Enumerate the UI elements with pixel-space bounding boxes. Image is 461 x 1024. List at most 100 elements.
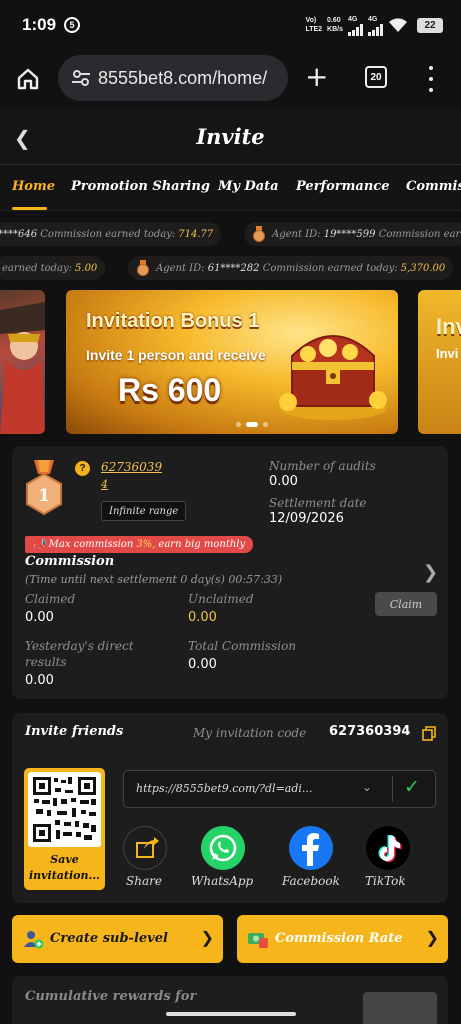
- commission-title[interactable]: Commission: [25, 554, 114, 569]
- cumulative-rewards-title: Cumulative rewards for: [25, 989, 197, 1004]
- total-commission-value: 0.00: [188, 657, 217, 672]
- signal-2-icon: 4G: [368, 15, 383, 36]
- tab-switcher-button[interactable]: 20: [365, 66, 387, 88]
- audits-label: Number of audits: [269, 459, 376, 473]
- battery-icon: 22: [417, 17, 443, 33]
- chevron-right-icon[interactable]: ❯: [423, 562, 438, 583]
- add-user-icon: [24, 931, 44, 949]
- copy-icon[interactable]: [422, 726, 436, 741]
- facebook-icon: [302, 833, 319, 866]
- audits-value: 0.00: [269, 474, 298, 489]
- unclaimed-value: 0.00: [188, 610, 217, 625]
- claimed-label: Claimed: [25, 592, 76, 606]
- whatsapp-button[interactable]: [201, 826, 245, 870]
- user-id[interactable]: 62736039: [101, 460, 162, 474]
- medal-icon: [137, 260, 149, 276]
- wifi-icon: [389, 18, 407, 32]
- qr-code: [28, 772, 101, 847]
- facebook-button[interactable]: [289, 826, 333, 870]
- tab-home[interactable]: Home: [12, 179, 55, 194]
- level-medal-icon: 1: [26, 460, 62, 516]
- signal-1-icon: 4G: [348, 15, 363, 36]
- treasure-chest-icon: [279, 335, 387, 420]
- money-icon: [248, 933, 268, 948]
- notification-count-badge: 5: [64, 17, 81, 33]
- invite-friends-title: Invite friends: [25, 724, 124, 739]
- status-icons: Vo) LTE2 0.60 KB/s 4G 4G 22: [305, 15, 443, 36]
- yesterday-value: 0.00: [25, 673, 54, 688]
- banner-previous-slide[interactable]: [0, 290, 45, 434]
- tiktok-button[interactable]: [366, 826, 410, 870]
- pirate-illustration: [0, 302, 45, 434]
- medal-icon: [253, 226, 265, 242]
- status-time: 1:09: [22, 15, 57, 34]
- ticker-item: Agent ID: 61****282 Commission earned to…: [128, 256, 454, 280]
- status-bar: 1:09 5 Vo) LTE2 0.60 KB/s 4G 4G 22: [0, 0, 461, 50]
- browser-menu-icon[interactable]: [426, 66, 436, 92]
- total-commission-label: Total Commission: [188, 639, 297, 653]
- unclaimed-label: Unclaimed: [188, 592, 254, 606]
- invitation-bonus-banner[interactable]: Invitation Bonus 1 Invite 1 person and r…: [66, 290, 398, 434]
- page-title: Invite: [196, 124, 265, 149]
- max-commission-badge: 📣 Max commission 3%, earn big monthly: [25, 536, 254, 553]
- facebook-label: Facebook: [282, 874, 340, 888]
- ticker-item: ****646 Commission earned today: 714.77: [0, 222, 222, 246]
- new-tab-button[interactable]: +: [305, 63, 328, 91]
- chevron-right-icon: ❯: [200, 930, 214, 947]
- svg-text:1: 1: [38, 486, 50, 506]
- divider: [392, 776, 393, 802]
- invitation-code-label: My invitation code: [193, 726, 307, 740]
- tiktok-label: TikTok: [365, 874, 406, 888]
- tab-my-data[interactable]: My Data: [218, 179, 279, 194]
- app-header: ❮ Invite: [0, 110, 461, 165]
- invitation-link: https://8555bet9.com/?dl=adi...: [136, 782, 313, 795]
- banner-title: Invitation Bonus 1: [86, 310, 260, 332]
- invitation-code: 627360394: [329, 724, 411, 739]
- yesterday-label: Yesterday's direct: [25, 639, 134, 653]
- address-bar[interactable]: 8555bet8.com/home/: [58, 55, 288, 101]
- share-button[interactable]: [123, 826, 167, 870]
- help-icon[interactable]: ?: [75, 461, 90, 476]
- commission-rate-button[interactable]: Commission Rate ❯: [237, 915, 448, 963]
- network-speed: 0.60 KB/s: [327, 17, 343, 33]
- checkmark-icon[interactable]: ✓: [404, 777, 420, 797]
- gesture-bar: [166, 1012, 296, 1016]
- claimed-value: 0.00: [25, 610, 54, 625]
- qr-code-save-button[interactable]: Save invitation...: [24, 768, 105, 890]
- settlement-date-value: 12/09/2026: [269, 511, 344, 526]
- range-badge: Infinite range: [101, 501, 187, 521]
- share-label: Share: [126, 874, 162, 888]
- whatsapp-icon: [209, 834, 237, 862]
- user-id-suffix: 4: [101, 478, 108, 491]
- banner-next-slide[interactable]: Invi Invi: [418, 290, 461, 434]
- carousel-indicator: [236, 422, 268, 427]
- browser-toolbar: 8555bet8.com/home/ + 20: [0, 50, 461, 110]
- save-invitation-label: Save invitation...: [28, 853, 101, 882]
- claim-button[interactable]: Claim: [375, 592, 437, 616]
- banner-subtitle: Invite 1 person and receive: [86, 347, 266, 363]
- tab-promotion-sharing[interactable]: Promotion Sharing: [71, 179, 210, 194]
- create-sub-level-button[interactable]: Create sub-level ❯: [12, 915, 223, 963]
- settlement-date-label: Settlement date: [269, 496, 367, 510]
- megaphone-icon: 📣: [33, 539, 46, 550]
- ticker-item: earned today: 5.00: [0, 256, 106, 280]
- cumulative-rewards-button[interactable]: [363, 992, 437, 1024]
- tab-performance[interactable]: Performance: [296, 179, 389, 194]
- chevron-down-icon[interactable]: ⌄: [362, 780, 372, 794]
- commission-ticker-top: ****646 Commission earned today: 714.77 A…: [0, 222, 461, 246]
- yesterday-label-2: results: [25, 655, 67, 669]
- tiktok-icon: [378, 835, 402, 862]
- tab-commission[interactable]: Commiss: [406, 179, 461, 194]
- share-icon: [136, 837, 159, 858]
- home-icon[interactable]: [15, 66, 41, 92]
- settlement-countdown: (Time until next settlement 0 day(s) 00:…: [25, 573, 283, 586]
- url-text: 8555bet8.com/home/: [98, 67, 268, 88]
- tab-bar: Home Promotion Sharing My Data Performan…: [0, 165, 461, 211]
- site-settings-icon[interactable]: [70, 67, 92, 89]
- whatsapp-label: WhatsApp: [191, 874, 254, 888]
- chevron-right-icon: ❯: [425, 930, 439, 947]
- ticker-item: Agent ID: 19****599 Commission ear: [244, 222, 461, 246]
- banner-amount: Rs 600: [118, 372, 222, 408]
- active-tab-indicator: [12, 207, 47, 210]
- volte-indicator: Vo) LTE2: [305, 17, 323, 33]
